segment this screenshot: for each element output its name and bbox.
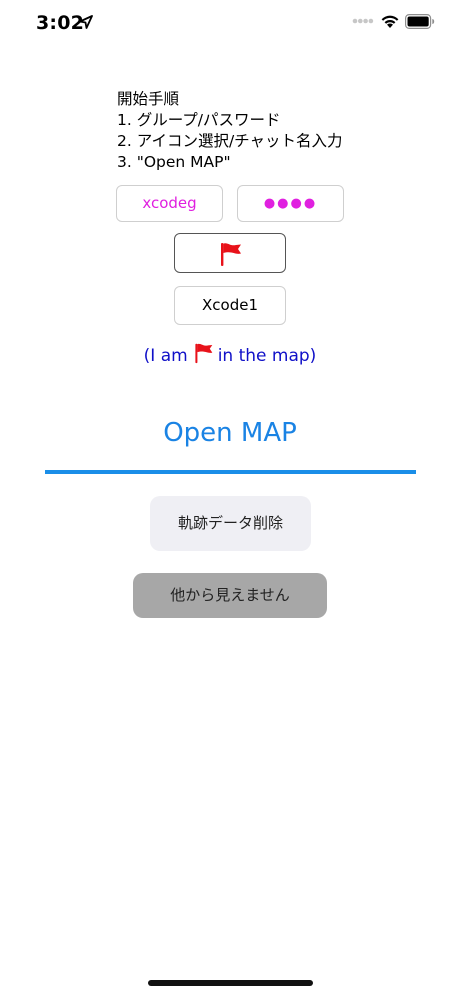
home-indicator[interactable] (148, 980, 313, 986)
instruction-step: 1. グループ/パスワード (117, 111, 281, 129)
open-map-button[interactable]: Open MAP (0, 418, 460, 448)
status-suffix: in the map) (217, 346, 317, 366)
signal-dots-icon (352, 18, 374, 24)
icon-select-button[interactable] (174, 233, 286, 273)
status-time: 3:02 (36, 12, 85, 34)
instruction-step: 3. "Open MAP" (117, 153, 231, 171)
password-field[interactable]: ●●●● (237, 185, 344, 222)
open-map-underline (45, 470, 416, 474)
group-field[interactable]: xcodeg (116, 185, 223, 222)
status-prefix: (I am (143, 346, 188, 366)
battery-icon (405, 14, 435, 29)
wifi-icon (381, 15, 399, 28)
instructions: 開始手順 1. グループ/パスワード 2. アイコン選択/チャット名入力 3. "Op… (117, 89, 343, 173)
chat-name-field[interactable]: Xcode1 (174, 286, 286, 325)
red-flag-icon (195, 343, 213, 364)
red-flag-icon (221, 243, 241, 266)
location-arrow-icon (79, 15, 93, 29)
instructions-title: 開始手順 (117, 90, 180, 108)
status-line: (I am in the map) (0, 342, 460, 368)
instruction-step: 2. アイコン選択/チャット名入力 (117, 132, 343, 150)
visibility-toggle-button[interactable]: 他から見えません (133, 573, 327, 618)
delete-track-button[interactable]: 軌跡データ削除 (150, 496, 311, 551)
